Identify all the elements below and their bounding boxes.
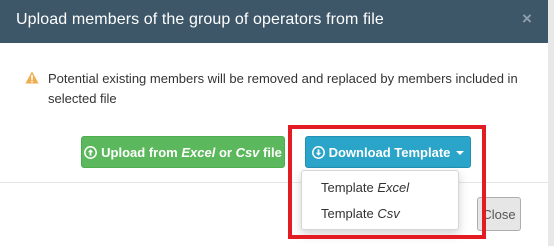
warning-triangle-icon	[25, 71, 39, 84]
template-excel-option[interactable]: Template Excel	[321, 180, 409, 195]
backdrop-edge	[548, 0, 554, 246]
template-excel-format: Excel	[377, 180, 410, 195]
upload-label-or: or	[215, 144, 236, 160]
template-csv-prefix: Template	[321, 206, 378, 221]
upload-from-file-button[interactable]: Upload from Excel or Csv file	[81, 136, 285, 168]
footer-divider	[0, 182, 548, 183]
close-button[interactable]: Close	[477, 197, 521, 231]
upload-label-excel: Excel	[181, 144, 216, 160]
arrow-up-circle-icon	[84, 145, 98, 159]
upload-label-suffix: file	[259, 144, 282, 160]
template-csv-option[interactable]: Template Csv	[321, 206, 400, 221]
warning-message: Potential existing members will be remov…	[48, 71, 518, 106]
download-template-dropdown: Template Excel Template Csv	[301, 170, 459, 230]
download-template-button[interactable]: Download Template	[305, 136, 471, 168]
arrow-down-circle-icon	[311, 145, 325, 159]
template-excel-prefix: Template	[321, 180, 378, 195]
download-template-label: Download Template	[328, 144, 451, 160]
caret-down-icon	[456, 150, 465, 155]
upload-label-prefix: Upload from	[101, 144, 182, 160]
modal-header: Upload members of the group of operators…	[0, 0, 548, 43]
upload-members-modal: Upload members of the group of operators…	[0, 0, 548, 246]
template-csv-format: Csv	[377, 206, 400, 221]
modal-title: Upload members of the group of operators…	[16, 11, 384, 28]
close-icon[interactable]: ×	[522, 9, 532, 29]
upload-label-csv: Csv	[235, 144, 260, 160]
